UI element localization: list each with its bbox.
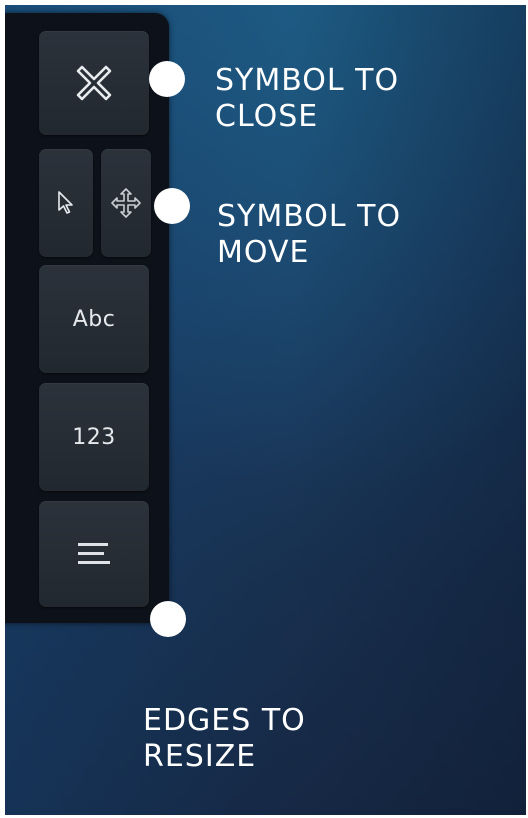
desktop-background: Abc 123 SYMBOL TO CLOSE SYMBOL TO MOVE E… [5,5,526,815]
resize-annotation: EDGES TO RESIZE [143,703,403,775]
numbers-key[interactable]: 123 [39,383,149,491]
move-key[interactable] [101,149,151,257]
move-annotation-line1: SYMBOL TO [217,199,402,234]
move-annotation: SYMBOL TO MOVE [217,199,477,271]
pointer-key[interactable] [39,149,93,257]
numbers-key-label: 123 [72,424,116,450]
abc-key[interactable]: Abc [39,265,149,373]
move-callout-dot [154,188,190,224]
menu-icon [78,543,110,564]
abc-key-label: Abc [72,306,116,332]
resize-callout-dot [150,601,186,637]
pointer-icon [58,191,73,214]
resize-annotation-line2: RESIZE [143,739,257,774]
close-callout-dot [149,61,185,97]
close-annotation-line2: CLOSE [215,99,319,134]
close-key[interactable] [39,31,149,135]
menu-key[interactable] [39,501,149,607]
virtual-keyboard-panel: Abc 123 [5,13,169,623]
resize-annotation-line1: EDGES TO [143,703,306,738]
close-annotation-line1: SYMBOL TO [215,63,400,98]
move-icon [111,188,141,218]
close-annotation: SYMBOL TO CLOSE [215,63,475,135]
move-annotation-line2: MOVE [217,235,310,270]
close-icon [76,65,112,101]
